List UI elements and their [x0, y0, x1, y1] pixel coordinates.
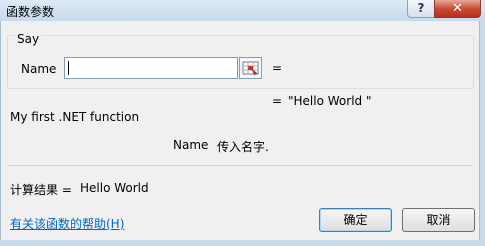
result-value: Hello World [80, 181, 149, 195]
range-select-icon [242, 61, 259, 76]
current-value: "Hello World " [288, 94, 372, 108]
current-value-equals: = [272, 94, 283, 108]
range-select-button[interactable] [239, 57, 262, 79]
result-label: 计算结果 = [10, 183, 72, 197]
dialog-body: Say Name = = "Hello World " My first .NE… [0, 21, 480, 240]
ok-button[interactable]: 确定 [319, 208, 392, 232]
argument-desc-text: 传入名字. [217, 140, 269, 154]
argument-desc-name: Name [173, 138, 209, 152]
window-title: 函数参数 [6, 5, 55, 19]
cancel-button[interactable]: 取消 [402, 208, 475, 232]
argument-label: Name [21, 62, 57, 76]
separator [7, 165, 473, 166]
function-help-link[interactable]: 有关该函数的帮助(H) [10, 215, 124, 232]
function-name: Say [15, 32, 42, 46]
argument-equals: = [272, 61, 283, 75]
close-button[interactable]: ✕ [434, 0, 481, 18]
help-button[interactable]: ? [407, 0, 435, 18]
text-caret [68, 61, 69, 75]
argument-input[interactable] [64, 57, 238, 79]
function-description: My first .NET function [10, 110, 140, 124]
title-bar: 函数参数 ? ✕ [0, 0, 485, 21]
